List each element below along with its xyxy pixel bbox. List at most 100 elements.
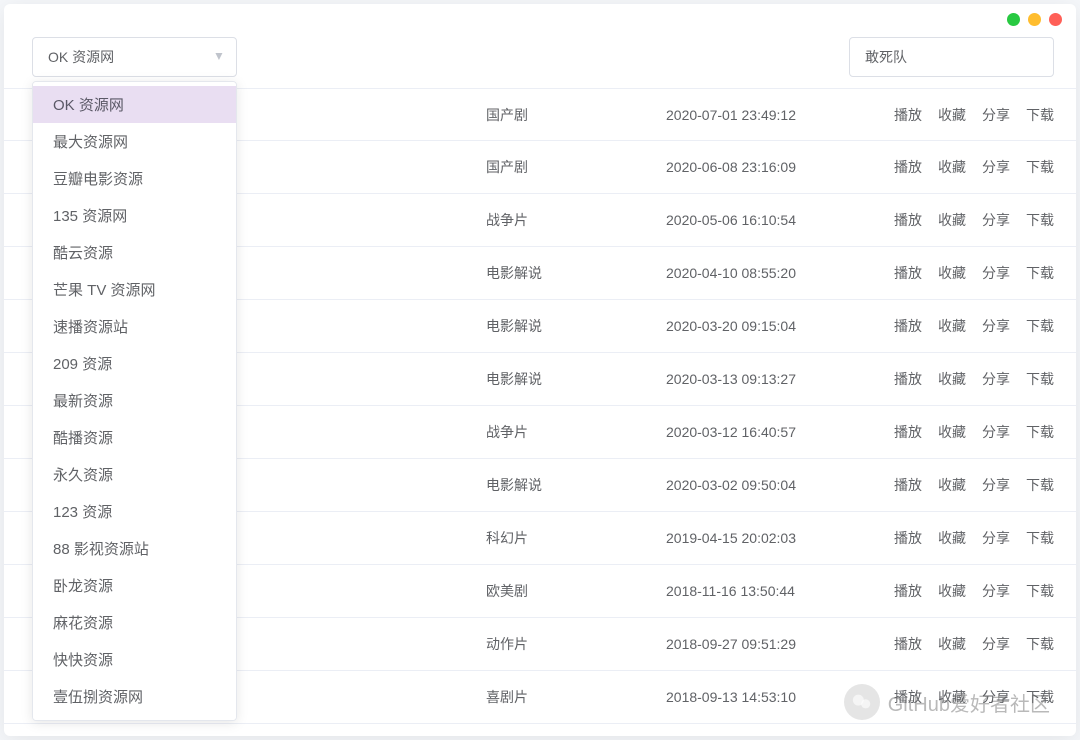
cell-category: 战争片 [486,422,666,442]
download-link[interactable]: 下载 [1026,157,1054,177]
chevron-down-icon: ▲ [213,50,225,64]
cell-category: 喜剧片 [486,687,666,707]
download-link[interactable]: 下载 [1026,263,1054,283]
download-link[interactable]: 下载 [1026,422,1054,442]
cell-category: 电影解说 [486,475,666,495]
favorite-link[interactable]: 收藏 [938,210,966,230]
favorite-link[interactable]: 收藏 [938,422,966,442]
source-select[interactable]: OK 资源网 ▲ OK 资源网最大资源网豆瓣电影资源135 资源网酷云资源芒果 … [32,37,237,77]
download-link[interactable]: 下载 [1026,316,1054,336]
cell-category: 战争片 [486,210,666,230]
dropdown-item[interactable]: 酷云资源 [33,234,236,271]
share-link[interactable]: 分享 [982,422,1010,442]
dropdown-item[interactable]: 芒果 TV 资源网 [33,271,236,308]
download-link[interactable]: 下载 [1026,634,1054,654]
cell-category: 动作片 [486,634,666,654]
source-dropdown[interactable]: OK 资源网最大资源网豆瓣电影资源135 资源网酷云资源芒果 TV 资源网速播资… [32,81,237,721]
play-link[interactable]: 播放 [894,369,922,389]
favorite-link[interactable]: 收藏 [938,105,966,125]
favorite-link[interactable]: 收藏 [938,475,966,495]
cell-datetime: 2020-07-01 23:49:12 [666,107,850,123]
search-input[interactable] [849,37,1054,77]
share-link[interactable]: 分享 [982,634,1010,654]
favorite-link[interactable]: 收藏 [938,581,966,601]
cell-datetime: 2020-03-13 09:13:27 [666,371,850,387]
download-link[interactable]: 下载 [1026,687,1054,707]
cell-actions: 播放收藏分享下载 [894,687,1054,707]
cell-actions: 播放收藏分享下载 [894,634,1054,654]
dropdown-item[interactable]: 卧龙资源 [33,567,236,604]
play-link[interactable]: 播放 [894,475,922,495]
cell-datetime: 2018-09-13 14:53:10 [666,689,850,705]
download-link[interactable]: 下载 [1026,105,1054,125]
cell-category: 国产剧 [486,157,666,177]
favorite-link[interactable]: 收藏 [938,528,966,548]
dropdown-item[interactable]: 豆瓣电影资源 [33,160,236,197]
cell-datetime: 2020-06-08 23:16:09 [666,159,850,175]
dropdown-item[interactable]: 88 影视资源站 [33,530,236,567]
favorite-link[interactable]: 收藏 [938,369,966,389]
titlebar [4,4,1076,34]
play-link[interactable]: 播放 [894,634,922,654]
cell-category: 科幻片 [486,528,666,548]
play-link[interactable]: 播放 [894,528,922,548]
dropdown-item[interactable]: 人人资源 [33,715,236,721]
dropdown-item[interactable]: 最大资源网 [33,123,236,160]
share-link[interactable]: 分享 [982,581,1010,601]
dropdown-item[interactable]: 麻花资源 [33,604,236,641]
play-link[interactable]: 播放 [894,105,922,125]
dropdown-item[interactable]: 209 资源 [33,345,236,382]
favorite-link[interactable]: 收藏 [938,157,966,177]
play-link[interactable]: 播放 [894,210,922,230]
download-link[interactable]: 下载 [1026,369,1054,389]
play-link[interactable]: 播放 [894,422,922,442]
dropdown-item[interactable]: 酷播资源 [33,419,236,456]
favorite-link[interactable]: 收藏 [938,316,966,336]
share-link[interactable]: 分享 [982,528,1010,548]
play-link[interactable]: 播放 [894,263,922,283]
dropdown-item[interactable]: 123 资源 [33,493,236,530]
share-link[interactable]: 分享 [982,316,1010,336]
cell-datetime: 2020-03-20 09:15:04 [666,318,850,334]
download-link[interactable]: 下载 [1026,210,1054,230]
share-link[interactable]: 分享 [982,210,1010,230]
toolbar: OK 资源网 ▲ OK 资源网最大资源网豆瓣电影资源135 资源网酷云资源芒果 … [4,34,1076,80]
source-select-value[interactable]: OK 资源网 [32,37,237,77]
dropdown-item[interactable]: 壹伍捌资源网 [33,678,236,715]
cell-datetime: 2019-04-15 20:02:03 [666,530,850,546]
favorite-link[interactable]: 收藏 [938,263,966,283]
favorite-link[interactable]: 收藏 [938,634,966,654]
cell-actions: 播放收藏分享下载 [894,316,1054,336]
share-link[interactable]: 分享 [982,369,1010,389]
cell-actions: 播放收藏分享下载 [894,422,1054,442]
download-link[interactable]: 下载 [1026,581,1054,601]
cell-category: 欧美剧 [486,581,666,601]
cell-category: 电影解说 [486,263,666,283]
close-button[interactable] [1049,13,1062,26]
maximize-button[interactable] [1028,13,1041,26]
cell-actions: 播放收藏分享下载 [894,475,1054,495]
source-select-label: OK 资源网 [48,47,114,67]
favorite-link[interactable]: 收藏 [938,687,966,707]
share-link[interactable]: 分享 [982,475,1010,495]
dropdown-item[interactable]: 永久资源 [33,456,236,493]
cell-datetime: 2018-11-16 13:50:44 [666,583,850,599]
play-link[interactable]: 播放 [894,687,922,707]
play-link[interactable]: 播放 [894,581,922,601]
share-link[interactable]: 分享 [982,263,1010,283]
play-link[interactable]: 播放 [894,157,922,177]
share-link[interactable]: 分享 [982,105,1010,125]
cell-category: 电影解说 [486,369,666,389]
minimize-button[interactable] [1007,13,1020,26]
play-link[interactable]: 播放 [894,316,922,336]
download-link[interactable]: 下载 [1026,528,1054,548]
dropdown-item[interactable]: 135 资源网 [33,197,236,234]
dropdown-item[interactable]: OK 资源网 [33,86,236,123]
share-link[interactable]: 分享 [982,157,1010,177]
share-link[interactable]: 分享 [982,687,1010,707]
dropdown-item[interactable]: 快快资源 [33,641,236,678]
dropdown-item[interactable]: 速播资源站 [33,308,236,345]
search-box [849,37,1054,77]
dropdown-item[interactable]: 最新资源 [33,382,236,419]
download-link[interactable]: 下载 [1026,475,1054,495]
